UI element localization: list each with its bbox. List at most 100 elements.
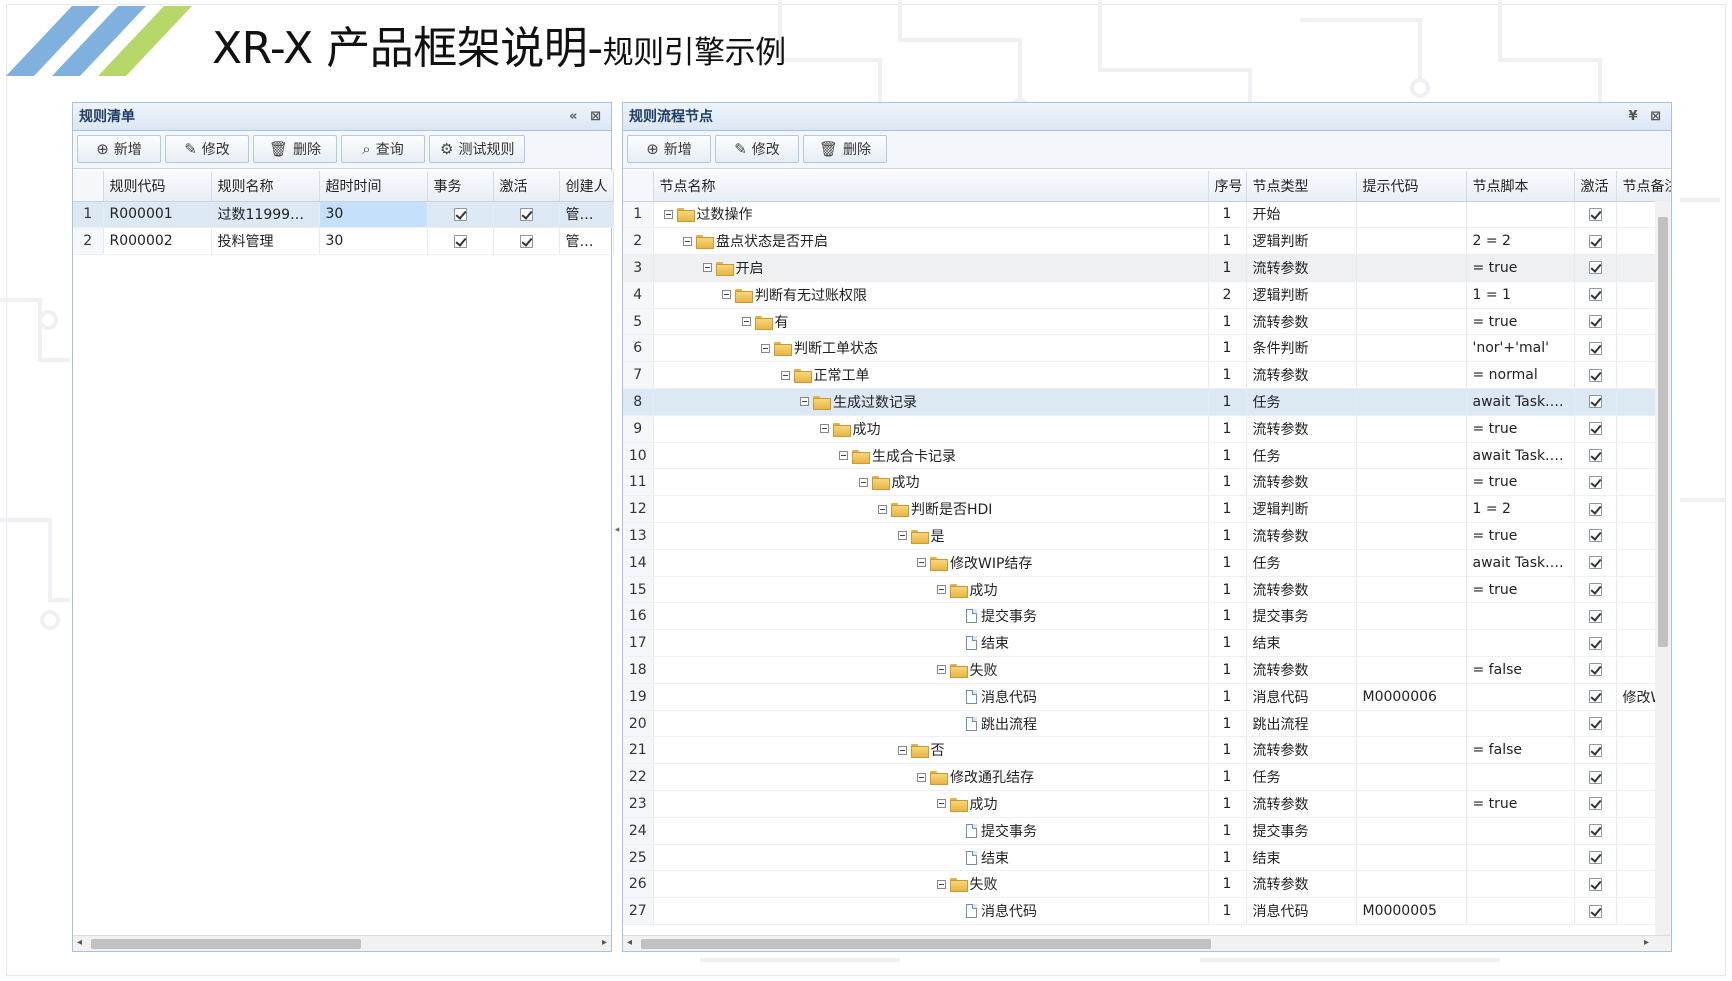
tree-row[interactable]: 23 成功 1 流转参数 = true [623,790,1671,818]
checkbox-checked[interactable] [1588,288,1602,302]
collapse-toggle-icon[interactable] [839,451,848,461]
tree-row[interactable]: 20 跳出流程 1 跳出流程 [623,710,1671,738]
tree-node[interactable]: 失败 [660,874,1202,894]
tree-row[interactable]: 5 有 1 流转参数 = true [623,308,1671,336]
column-header[interactable]: 事务 [427,171,494,202]
column-header[interactable]: 规则代码 [103,171,212,202]
tree-row[interactable]: 8 生成过数记录 1 任务 await Task.C... [623,388,1671,416]
scroll-right-icon[interactable]: ▸ [1644,937,1649,948]
tree-row[interactable]: 15 成功 1 流转参数 = true [623,576,1671,604]
tree-row[interactable]: 6 判断工单状态 1 条件判断 'nor'+'mal' [623,334,1671,363]
tree-node[interactable]: 生成合卡记录 [660,446,1202,466]
checkbox-checked[interactable] [1588,663,1602,677]
checkbox-checked[interactable] [1588,717,1602,731]
column-header[interactable]: 序号 [1208,171,1247,202]
checkbox-checked[interactable] [1588,449,1602,463]
checkbox-checked[interactable] [453,207,467,221]
toolbar-button-test[interactable]: ⚙ 测试规则 [429,135,526,163]
checkbox-checked[interactable] [1588,877,1602,891]
toolbar-button-edit[interactable]: ✎ 修改 [165,135,249,163]
collapse-toggle-icon[interactable] [917,772,926,782]
toolbar-button-edit[interactable]: ✎ 修改 [715,135,799,163]
hscroll-thumb[interactable] [91,939,361,949]
scroll-right-icon[interactable]: ▸ [602,937,607,948]
tree-node[interactable]: 判断有无过账权限 [660,285,1202,305]
checkbox-checked[interactable] [453,234,467,248]
tree-row[interactable]: 9 成功 1 流转参数 = true [623,415,1671,443]
checkbox-checked[interactable] [1588,341,1602,355]
collapse-toggle-icon[interactable] [722,290,731,300]
column-header[interactable]: 激活 [1574,171,1617,202]
checkbox-checked[interactable] [1588,609,1602,623]
collapse-toggle-icon[interactable] [917,558,926,568]
tree-node[interactable]: 盘点状态是否开启 [660,231,1202,251]
collapse-toggle-icon[interactable] [936,665,946,675]
checkbox-checked[interactable] [1588,395,1602,409]
checkbox-checked[interactable] [1588,743,1602,757]
column-header[interactable]: 节点脚本 [1466,171,1575,202]
checkbox-checked[interactable] [1588,690,1602,704]
tree-row[interactable]: 4 判断有无过账权限 2 逻辑判断 1 = 1 [623,281,1671,309]
toolbar-button-search[interactable]: ⌕ 查询 [341,135,425,163]
column-header[interactable]: 创建人 [559,171,614,202]
tree-row[interactable]: 19 消息代码 1 消息代码 M0000006 修改W [623,683,1671,711]
column-header[interactable]: 超时时间 [319,171,428,202]
tree-row[interactable]: 1 过数操作 1 开始 [623,201,1671,229]
checkbox-checked[interactable] [1588,904,1602,918]
collapse-toggle-icon[interactable] [683,236,692,246]
timeout-cell[interactable]: 30 [319,201,428,229]
toolbar-button-add[interactable]: ⊕ 新增 [77,135,161,163]
rule-list-hscroll[interactable]: ◂ ▸ [73,935,611,951]
collapse-toggle-icon[interactable] [741,317,751,327]
tree-node[interactable]: 生成过数记录 [660,392,1202,412]
toolbar-button-trash[interactable]: 🗑 删除 [803,135,887,163]
checkbox-checked[interactable] [1588,422,1602,436]
checkbox-checked[interactable] [519,234,533,248]
checkbox-checked[interactable] [1588,502,1602,516]
tree-row[interactable]: 10 生成合卡记录 1 任务 await Task.C... [623,442,1671,470]
checkbox-checked[interactable] [1588,475,1602,489]
checkbox-checked[interactable] [1588,770,1602,784]
toolbar-button-add[interactable]: ⊕ 新增 [627,135,711,163]
tree-node[interactable]: 是 [660,526,1202,546]
checkbox-checked[interactable] [1588,315,1602,329]
toolbar-button-trash[interactable]: 🗑 删除 [253,135,337,163]
tree-row[interactable]: 12 判断是否HDI 1 逻辑判断 1 = 2 [623,495,1671,524]
checkbox-checked[interactable] [1588,261,1602,275]
column-header[interactable]: 规则名称 [211,171,320,202]
tree-node[interactable]: 跳出流程 [660,714,1202,734]
tree-node[interactable]: 成功 [660,472,1202,492]
column-header[interactable]: 节点备注 [1616,171,1671,202]
tree-row[interactable]: 7 正常工单 1 流转参数 = normal [623,361,1671,390]
tree-row[interactable]: 11 成功 1 流转参数 = true [623,468,1671,497]
hscroll-thumb[interactable] [641,939,1211,949]
collapse-toggle-icon[interactable] [702,263,712,273]
tree-row[interactable]: 13 是 1 流转参数 = true [623,522,1671,550]
column-header[interactable]: 节点名称 [653,171,1209,202]
rule-flow-vscroll[interactable] [1655,201,1671,935]
tree-row[interactable]: 25 结束 1 结束 [623,844,1671,872]
tree-row[interactable]: 14 修改WIP结存 1 任务 await Task.C... [623,549,1671,577]
tree-node[interactable]: 消息代码 [660,901,1202,921]
tree-row[interactable]: 18 失败 1 流转参数 = false [623,656,1671,684]
tree-row[interactable]: 22 修改通孔结存 1 任务 [623,763,1671,792]
checkbox-checked[interactable] [1588,797,1602,811]
checkbox-checked[interactable] [1588,368,1602,382]
collapse-toggle-icon[interactable] [780,370,790,380]
collapse-toggle-icon[interactable] [761,343,770,353]
column-header[interactable] [623,171,654,202]
vscroll-thumb[interactable] [1658,217,1668,647]
tree-node[interactable]: 过数操作 [660,204,1202,224]
tree-row[interactable]: 17 结束 1 结束 [623,629,1671,658]
tree-row[interactable]: 3 开启 1 流转参数 = true [623,254,1671,282]
tree-row[interactable]: 26 失败 1 流转参数 [623,870,1671,899]
collapse-close-icons[interactable]: « ⊠ [569,103,605,131]
collapse-toggle-icon[interactable] [878,504,887,514]
tree-row[interactable]: 27 消息代码 1 消息代码 M0000005 [623,897,1671,926]
tree-node[interactable]: 成功 [660,419,1202,439]
collapse-close-icons[interactable]: ¥ ⊠ [1629,103,1665,131]
collapse-toggle-icon[interactable] [897,531,907,541]
tree-node[interactable]: 提交事务 [660,606,1202,626]
tree-node[interactable]: 修改WIP结存 [660,553,1202,573]
tree-node[interactable]: 成功 [660,794,1202,814]
